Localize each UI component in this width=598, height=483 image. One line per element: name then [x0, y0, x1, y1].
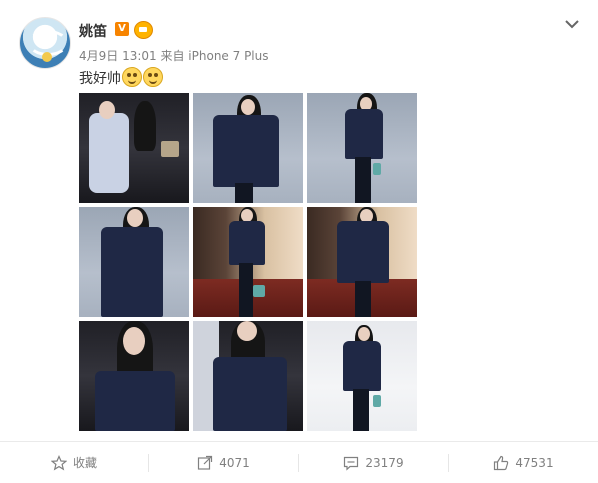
photo-figure	[355, 281, 371, 317]
photo-figure	[99, 101, 115, 119]
photo-figure	[353, 389, 369, 431]
thumbs-up-icon	[494, 455, 509, 470]
photo-figure	[241, 99, 255, 115]
like-button[interactable]: 47531	[449, 442, 598, 483]
like-count: 47531	[515, 455, 554, 470]
author-name[interactable]: 姚笛	[79, 21, 107, 41]
photo-figure	[213, 115, 279, 187]
star-icon	[50, 454, 67, 470]
photo-figure	[355, 157, 371, 203]
photo-figure	[213, 357, 287, 431]
post-meta[interactable]: 4月9日 13:01 来自 iPhone 7 Plus	[79, 47, 269, 64]
avatar-sun-graphic	[42, 52, 52, 62]
photo-figure	[235, 183, 253, 203]
photo-figure	[358, 327, 370, 341]
photo-figure	[343, 341, 381, 391]
photo-figure	[123, 327, 145, 355]
photo-figure	[345, 109, 383, 159]
photo-figure	[89, 113, 129, 193]
photo-5[interactable]	[193, 207, 303, 317]
post-text-row: 我好帅	[79, 67, 163, 88]
repost-icon	[198, 455, 213, 470]
photo-figure	[127, 209, 143, 227]
photo-grid	[79, 93, 419, 433]
photo-8[interactable]	[193, 321, 303, 431]
favorite-label: 收藏	[72, 456, 97, 470]
photo-figure	[373, 163, 381, 175]
action-bar: 收藏 4071 23179 47531	[0, 441, 598, 483]
photo-figure	[337, 221, 389, 283]
photo-figure	[229, 221, 265, 265]
photo-1[interactable]	[79, 93, 189, 203]
photo-3[interactable]	[307, 93, 417, 203]
photo-2[interactable]	[193, 93, 303, 203]
repost-count: 4071	[219, 455, 250, 470]
comment-icon	[344, 456, 359, 471]
post-text: 我好帅	[79, 71, 121, 87]
verified-v-icon: V	[115, 22, 129, 36]
weibo-post-card: 姚笛 V 4月9日 13:01 来自 iPhone 7 Plus 我好帅 收藏 …	[0, 0, 598, 483]
repost-button[interactable]: 4071	[149, 442, 298, 483]
photo-figure	[95, 371, 175, 431]
photo-7[interactable]	[79, 321, 189, 431]
photo-figure	[134, 101, 156, 151]
photo-4[interactable]	[79, 207, 189, 317]
photo-figure	[101, 227, 163, 317]
chevron-down-icon[interactable]	[563, 15, 581, 33]
vip-badge-icon[interactable]	[134, 21, 153, 39]
photo-figure	[373, 395, 381, 407]
photo-figure	[239, 263, 253, 317]
photo-9[interactable]	[307, 321, 417, 431]
avatar[interactable]	[19, 17, 71, 69]
comment-button[interactable]: 23179	[299, 442, 448, 483]
photo-6[interactable]	[307, 207, 417, 317]
photo-figure	[161, 141, 179, 157]
smirk-face-emoji-icon	[143, 67, 163, 87]
dizzy-face-emoji-icon	[122, 67, 142, 87]
favorite-button[interactable]: 收藏	[0, 442, 148, 483]
comment-count: 23179	[365, 455, 404, 470]
photo-figure	[237, 321, 257, 341]
photo-figure	[253, 285, 265, 297]
